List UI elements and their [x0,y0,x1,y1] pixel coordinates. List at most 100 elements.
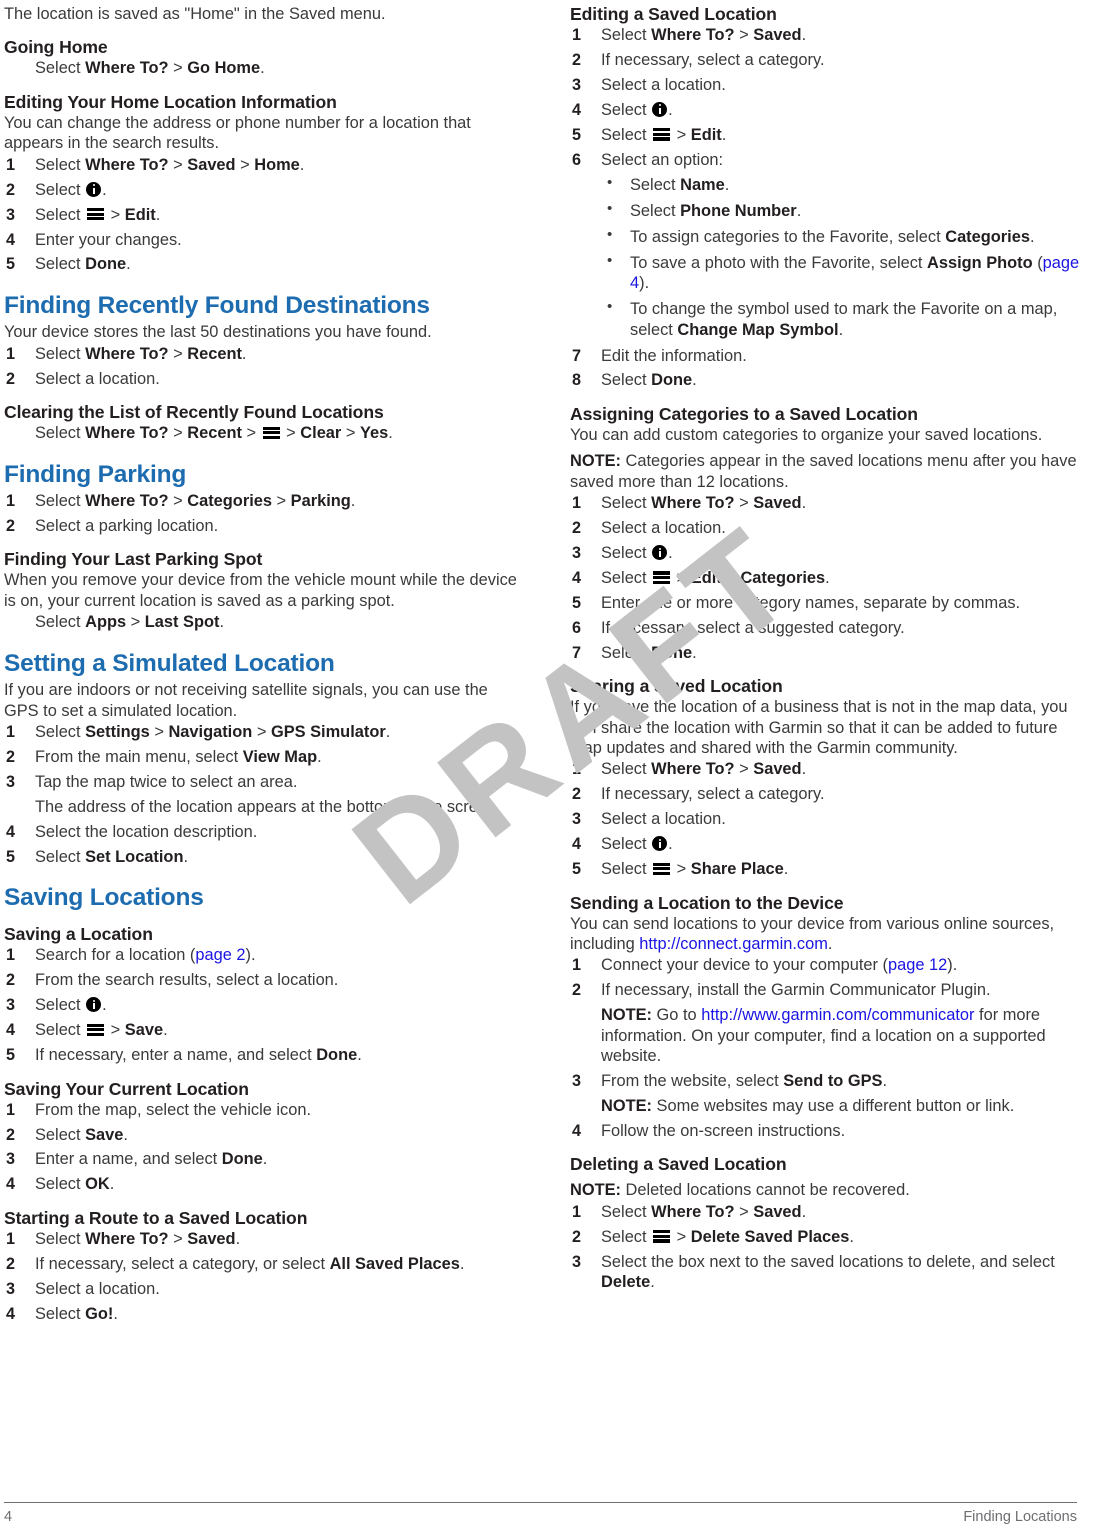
option-item: To save a photo with the Favorite, selec… [601,252,1086,294]
text-fragment: Select [35,1125,86,1144]
separator: > [168,1229,188,1248]
step-item: Select Where To? > Saved. [570,1202,1086,1223]
text-fragment: . [155,205,161,224]
text-fragment: . [299,155,305,174]
text-fragment: . [783,860,789,879]
heading-simulated-location: Setting a Simulated Location [4,649,335,677]
text-fragment: Select [601,125,652,144]
text-fragment: From the main menu, select [35,747,243,766]
simulated-location-intro: If you are indoors or not receiving sate… [4,681,488,720]
step-item: Follow the on-screen instructions. [572,1121,846,1142]
ui-label: Assign Photo [927,253,1033,272]
ui-label: Where To? [651,26,735,45]
saving-a-location-steps: Search for a location (page 2). From the… [4,945,520,1065]
text-fragment: . [183,847,189,866]
step-item: Select Done. [570,370,1086,391]
step-item: Select Where To? > Saved. [570,759,1086,780]
step-item: Select . [570,100,1086,121]
clearing-recent-step: Select Where To? > Recent > > Clear > Ye… [4,423,520,443]
text-fragment: . [801,26,807,45]
option-item: To change the symbol used to mark the Fa… [601,298,1086,340]
step-item: Select Go!. [4,1304,520,1325]
text-fragment: . [113,1304,118,1323]
ui-label: Settings [85,722,150,741]
step-item: Select Save. [4,1125,520,1146]
ui-label: Saved [753,1202,802,1221]
step-item: Select Where To? > Saved > Home. [4,155,520,176]
text-fragment: Select [601,568,652,587]
text-fragment: . [235,1229,241,1248]
ui-label: Saved [753,26,802,45]
text-fragment: . [262,1150,268,1169]
text-fragment: Select an option: [601,150,724,169]
note-label: NOTE: [601,1006,652,1025]
text-fragment: Tap the map twice to select an area. [35,772,298,791]
step-item: Select Where To? > Recent. [4,344,520,365]
heading-going-home: Going Home [4,37,108,58]
simulated-location-steps: Select Settings > Navigation > GPS Simul… [4,722,520,867]
finding-parking-steps: Select Where To? > Categories > Parking.… [4,491,520,537]
separator: > [252,722,271,741]
ui-label: Where To? [85,424,169,443]
separator: > [672,1227,691,1246]
ui-label: Navigation [168,722,253,741]
text-fragment: Select [601,100,652,119]
text-fragment: . [163,1021,168,1040]
separator: > [672,568,691,587]
ui-label: Yes [360,424,389,443]
ui-label: OK [85,1175,110,1194]
text-fragment: Go to [652,1006,702,1025]
ui-label: Categories [945,227,1030,246]
text-fragment: . [668,544,673,563]
last-parking-intro: When you remove your device from the veh… [4,571,517,610]
menu-icon [653,862,671,875]
text-fragment: . [801,494,807,513]
external-link[interactable]: http://connect.garmin.com [639,935,828,953]
info-icon [652,836,668,852]
step-item: Select a location. [572,518,726,539]
editing-saved-steps: Select Where To? > Saved. If necessary, … [570,25,1086,391]
heading-sending-location: Sending a Location to the Device [570,892,844,913]
ui-label: Phone Number [680,202,797,220]
heading-finding-recently-found: Finding Recently Found Destinations [4,291,430,319]
text-fragment: Select [35,996,86,1015]
ui-label: Saved [187,1229,236,1248]
text-fragment: Select [35,155,86,174]
text-fragment: To save a photo with the Favorite, selec… [630,253,928,272]
step-item: Select an option: Select Name. Select Ph… [570,150,1086,340]
note-label: NOTE: [601,1096,652,1115]
text-fragment: Select [601,544,652,563]
cross-reference-link[interactable]: page 2 [195,946,245,964]
cross-reference-link[interactable]: page 12 [888,956,947,974]
sending-location-steps: Connect your device to your computer (pa… [570,955,1086,1141]
text-fragment: Select [35,722,86,741]
text-fragment: Select [35,424,86,443]
ui-label: Where To? [85,492,169,510]
step-item: Select . [4,995,520,1016]
right-column: Editing a Saved Location Select Where To… [570,4,1086,1297]
text-fragment: . [668,835,673,854]
ui-label: Done [651,643,693,662]
heading-editing-home: Editing Your Home Location Information [4,91,337,112]
separator: > [241,424,261,443]
separator: > [235,155,255,174]
ui-label: Where To? [85,344,169,363]
step-item: Select . [4,180,520,201]
ui-label: Share Place [690,860,784,879]
assigning-categories-note: NOTE: Categories appear in the saved loc… [570,451,1086,492]
heading-clearing-recent: Clearing the List of Recently Found Loca… [4,402,384,423]
step-item: Tap the map twice to select an area. The … [4,772,520,817]
separator: > [168,344,188,363]
sharing-saved-intro: If you save the location of a business t… [570,698,1068,758]
separator: > [271,492,291,510]
external-link[interactable]: http://www.garmin.com/communicator [701,1006,974,1024]
text-fragment: Select [35,344,86,363]
ui-label: Categories [740,568,826,587]
heading-finding-parking: Finding Parking [4,460,187,488]
text-fragment: . [692,643,697,662]
ui-label: Saved [187,155,236,174]
text-fragment: . [825,568,830,587]
deleting-saved-steps: Select Where To? > Saved. Select > Delet… [570,1202,1086,1293]
editing-home-intro: You can change the address or phone numb… [4,113,471,153]
step-item: Edit the information. [572,346,747,367]
